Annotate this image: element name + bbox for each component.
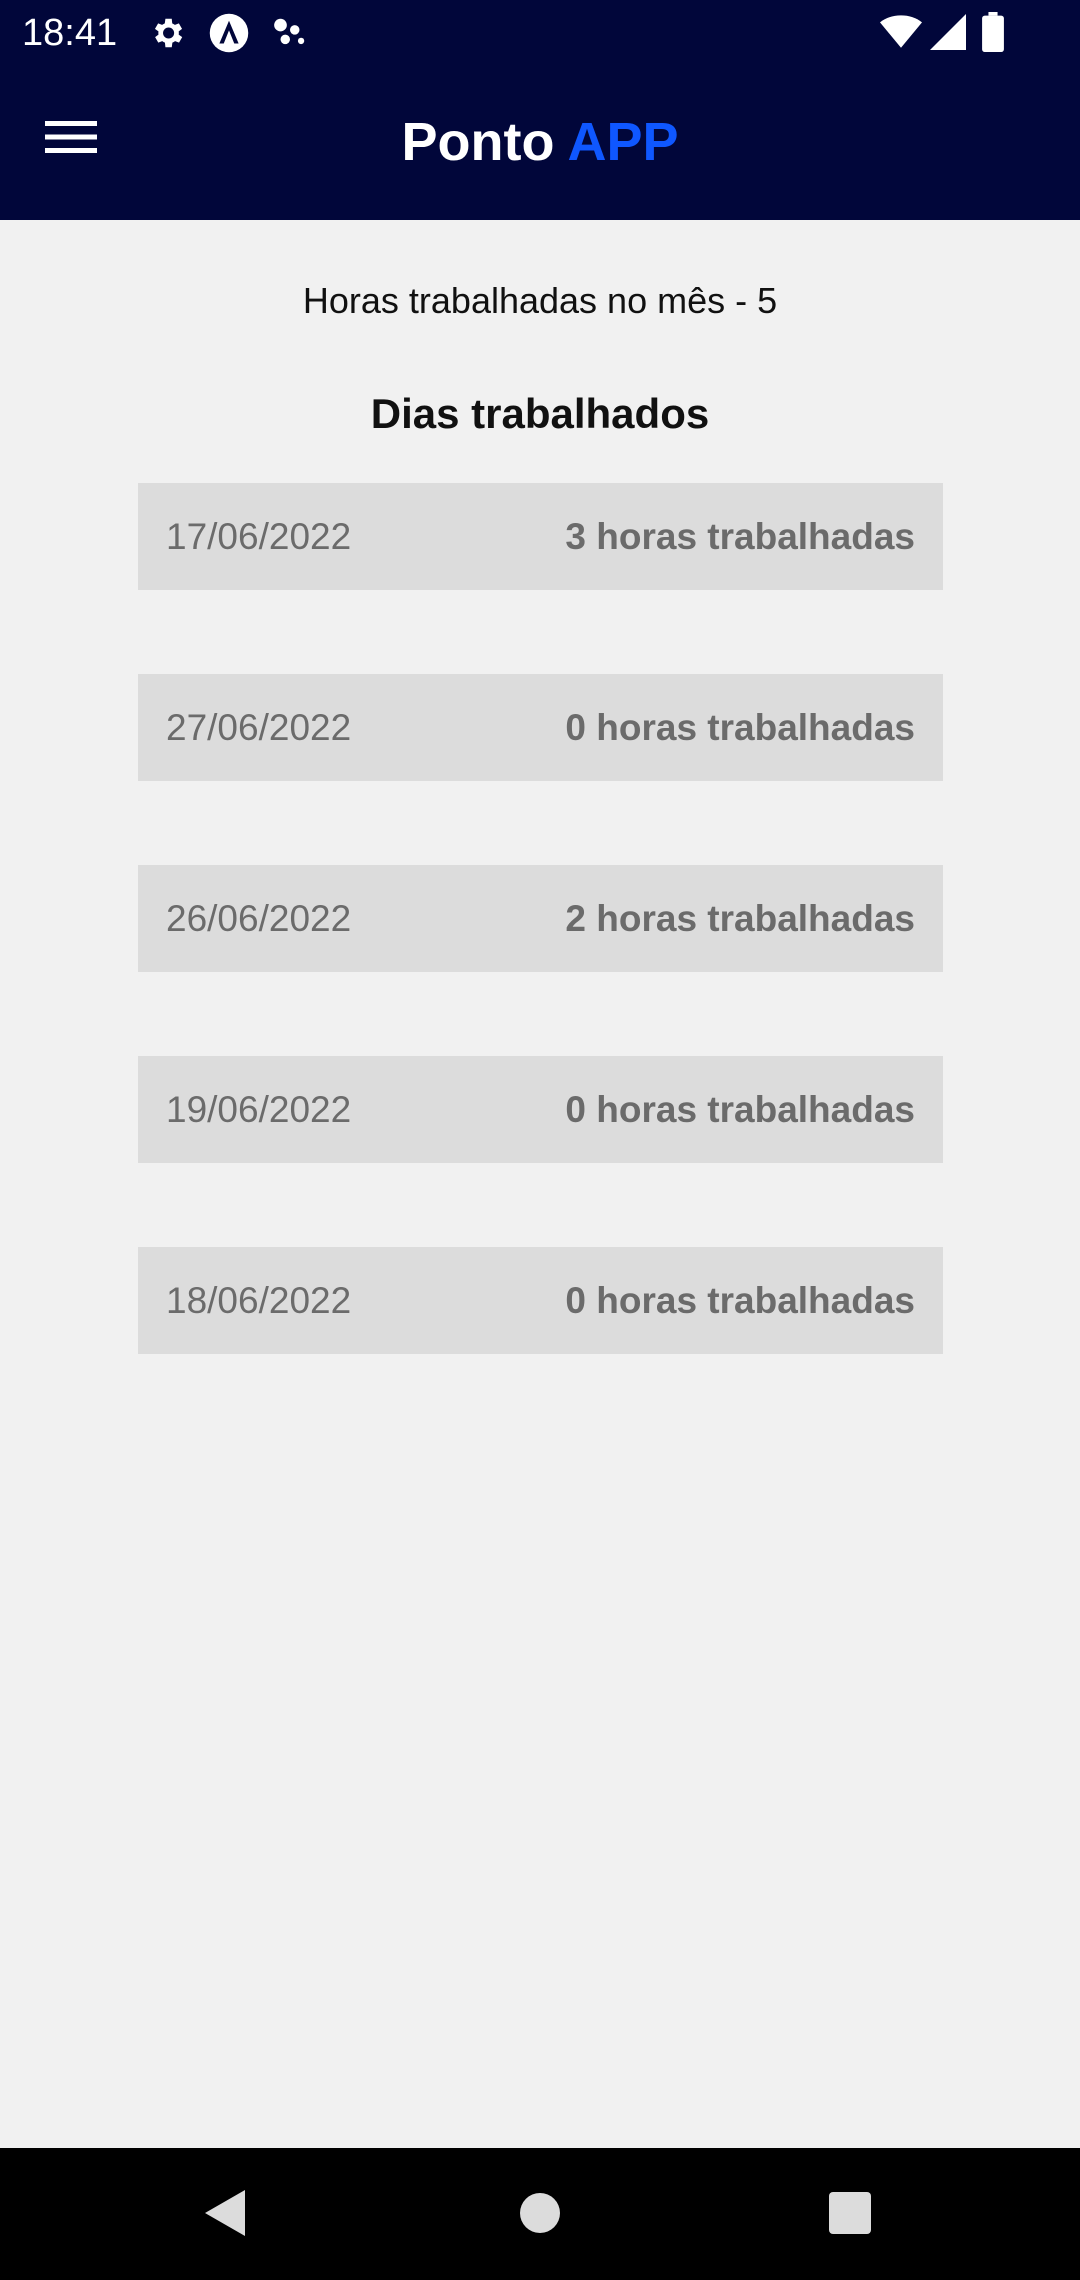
back-button[interactable] — [180, 2170, 270, 2260]
day-hours: 2 horas trabalhadas — [565, 897, 915, 939]
list-item[interactable]: 26/06/2022 2 horas trabalhadas — [138, 865, 943, 972]
list-item[interactable]: 19/06/2022 0 horas trabalhadas — [138, 1056, 943, 1163]
day-date: 27/06/2022 — [166, 706, 352, 748]
dots-icon — [270, 14, 310, 57]
day-hours: 0 horas trabalhadas — [565, 1279, 915, 1321]
battery-icon — [982, 12, 1004, 57]
day-date: 18/06/2022 — [166, 1279, 352, 1321]
day-hours: 3 horas trabalhadas — [565, 515, 915, 557]
wifi-icon — [880, 14, 922, 55]
section-title: Dias trabalhados — [370, 390, 710, 437]
month-hours-summary: Horas trabalhadas no mês - 5 — [302, 280, 778, 321]
worked-days-list: 17/06/2022 3 horas trabalhadas 27/06/202… — [138, 483, 943, 1438]
day-date: 17/06/2022 — [166, 515, 352, 557]
list-item[interactable]: 27/06/2022 0 horas trabalhadas — [138, 674, 943, 781]
list-item[interactable]: 17/06/2022 3 horas trabalhadas — [138, 483, 943, 590]
home-button[interactable] — [495, 2170, 585, 2260]
list-item[interactable]: 18/06/2022 0 horas trabalhadas — [138, 1247, 943, 1354]
app-title: Ponto APP — [0, 110, 1080, 174]
back-icon — [201, 2188, 249, 2243]
status-time: 18:41 — [22, 12, 118, 54]
recents-icon — [828, 2191, 872, 2240]
day-hours: 0 horas trabalhadas — [565, 1088, 915, 1130]
recents-button[interactable] — [805, 2170, 895, 2260]
day-date: 26/06/2022 — [166, 897, 352, 939]
app-title-accent: APP — [567, 112, 679, 172]
cell-signal-icon — [930, 14, 966, 55]
home-icon — [518, 2191, 562, 2240]
app-bar: Ponto APP — [0, 66, 1080, 220]
app-title-main: Ponto — [401, 112, 555, 172]
day-date: 19/06/2022 — [166, 1088, 352, 1130]
day-hours: 0 horas trabalhadas — [565, 706, 915, 748]
app-notification-icon — [208, 12, 250, 59]
system-nav-bar — [0, 2148, 1080, 2280]
status-bar: 18:41 — [0, 0, 1080, 66]
settings-icon — [148, 14, 186, 57]
